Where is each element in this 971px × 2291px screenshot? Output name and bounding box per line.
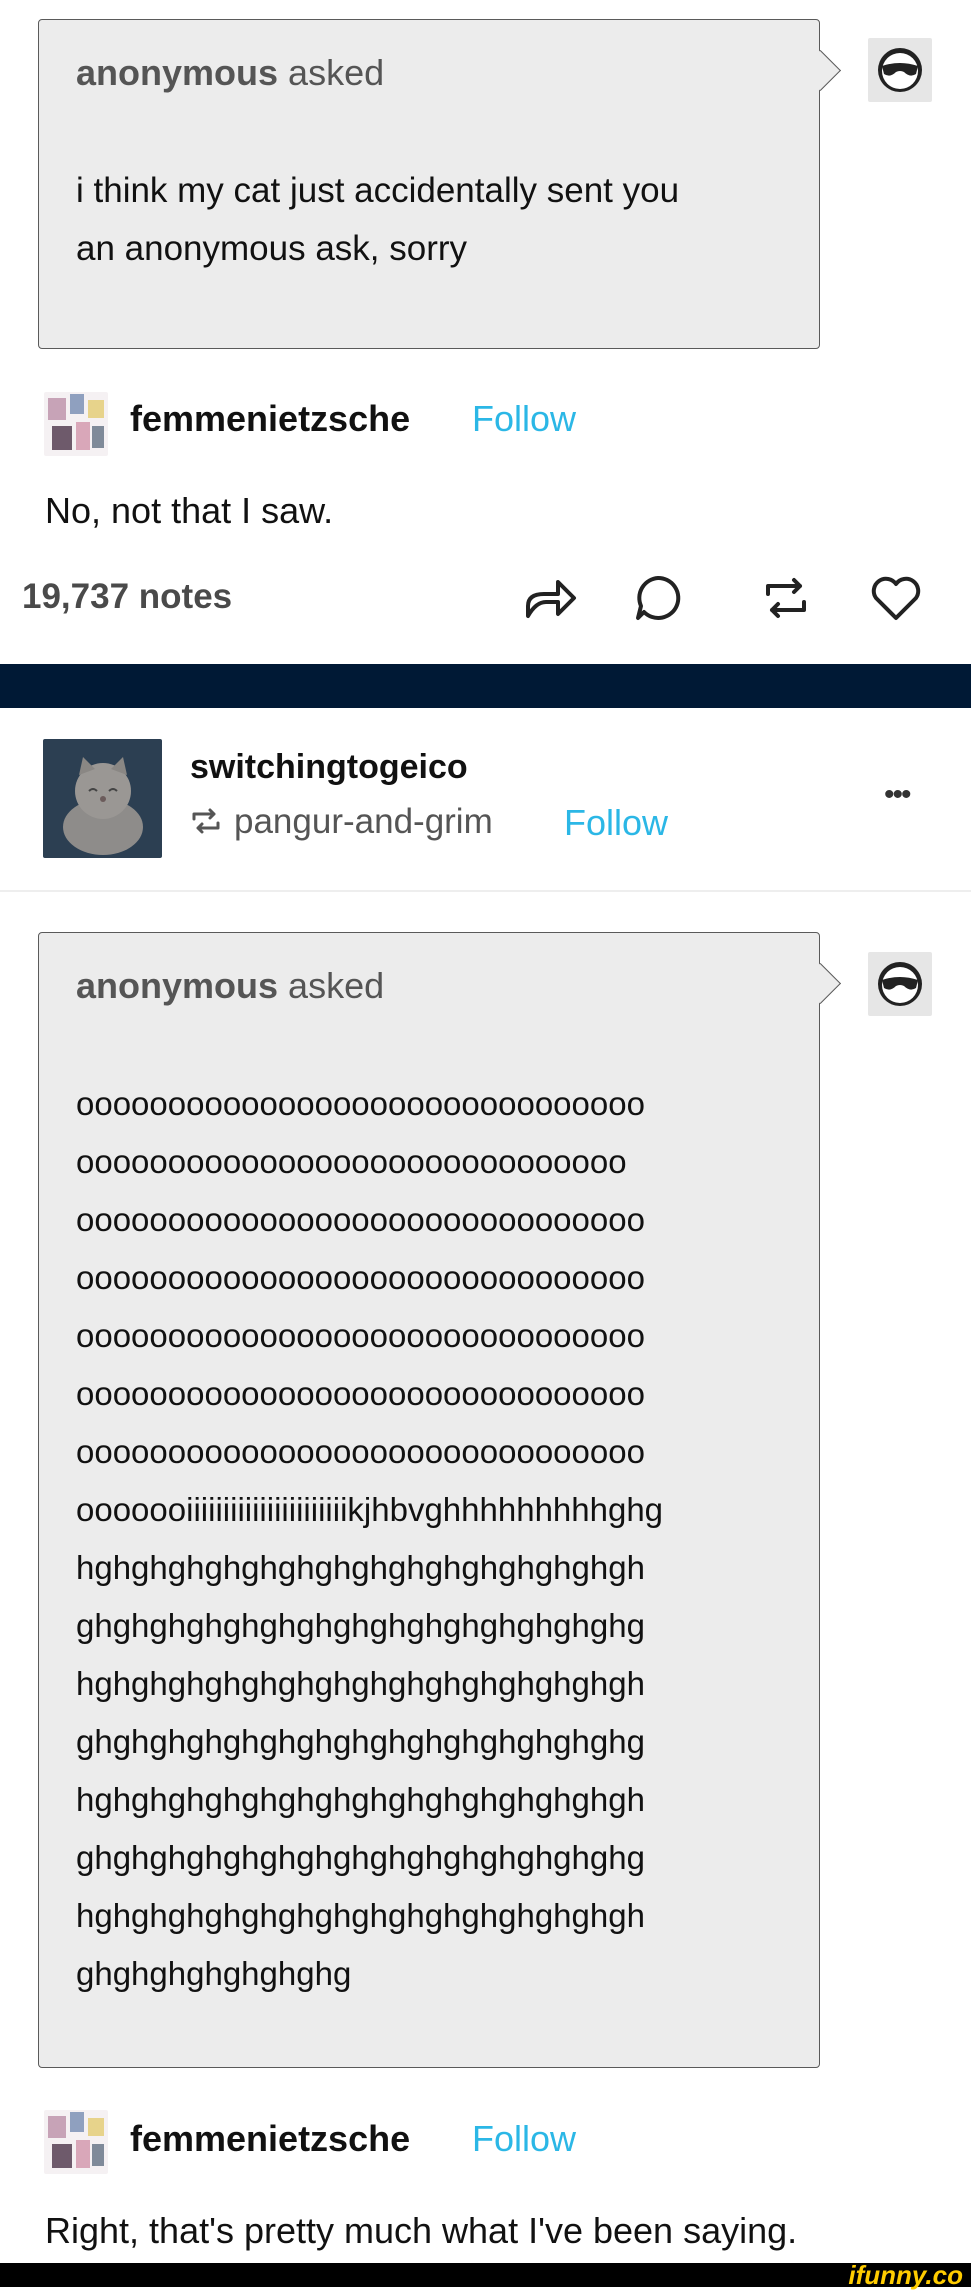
- watermark-logo: ifunny.co: [848, 2260, 963, 2290]
- ask-line: oooooooooooooooooooooooooooooo: [76, 1143, 627, 1180]
- asker-verb: asked: [288, 52, 385, 93]
- collage-avatar-icon: [44, 2110, 108, 2174]
- ask-line: ghghghghghghghghghghghghghghghg: [76, 1839, 645, 1876]
- more-options-button[interactable]: •••: [884, 778, 911, 812]
- reblog-icon[interactable]: [760, 572, 812, 624]
- ask-line: i think my cat just accidentally sent yo…: [76, 171, 680, 210]
- follow-button[interactable]: Follow: [472, 2118, 576, 2160]
- ask-box: anonymous asked oooooooooooooooooooooooo…: [38, 932, 842, 2068]
- reblogger-name[interactable]: switchingtogeico: [190, 748, 468, 787]
- asker-label: anonymous asked: [76, 965, 384, 1007]
- notes-count[interactable]: 19,737 notes: [22, 577, 232, 617]
- ask-line: hghghghghghghghghghghghghghghgh: [76, 1549, 645, 1586]
- ask-pointer: [799, 49, 842, 92]
- ask-pointer: [799, 962, 842, 1005]
- reply-text: Right, that's pretty much what I've been…: [45, 2210, 798, 2251]
- anonymous-avatar: [868, 952, 932, 1016]
- sunglasses-face-icon: [878, 962, 922, 1006]
- post-separator: [0, 664, 971, 708]
- ask-line: ooooooooooooooooooooooooooooooo: [76, 1375, 645, 1412]
- ask-line: hghghghghghghghghghghghghghghgh: [76, 1665, 645, 1702]
- heart-icon[interactable]: [868, 572, 924, 624]
- ask-line: hghghghghghghghghghghghghghghgh: [76, 1781, 645, 1818]
- ask-line: an anonymous ask, sorry: [76, 229, 468, 268]
- answerer-avatar[interactable]: [44, 2110, 108, 2174]
- ask-line: ooooooiiiiiiiiiiiiiiiiiiiiiikjhbvghhhhhh…: [76, 1491, 664, 1528]
- asker-label: anonymous asked: [76, 52, 384, 94]
- ask-line: ghghghghghghghghghghghghghghghg: [76, 1607, 645, 1644]
- ask-line: ooooooooooooooooooooooooooooooo: [76, 1201, 645, 1238]
- follow-button[interactable]: Follow: [564, 802, 668, 844]
- ask-question: i think my cat just accidentally sent yo…: [76, 162, 799, 278]
- asker-name: anonymous: [76, 52, 279, 93]
- cat-avatar-icon: [43, 739, 162, 858]
- collage-avatar-icon: [44, 392, 108, 456]
- sunglasses-face-icon: [878, 48, 922, 92]
- ask-line: ooooooooooooooooooooooooooooooo: [76, 1433, 645, 1470]
- answerer-name[interactable]: femmenietzsche: [130, 398, 410, 440]
- asker-name: anonymous: [76, 965, 279, 1006]
- ask-line: ooooooooooooooooooooooooooooooo: [76, 1259, 645, 1296]
- blog-avatar[interactable]: [43, 739, 162, 858]
- ask-line: ghghghghghghghghghghghghghghghg: [76, 1723, 645, 1760]
- reply-icon[interactable]: [632, 572, 684, 624]
- ask-question: ooooooooooooooooooooooooooooooo oooooooo…: [76, 1075, 799, 2003]
- answerer-name[interactable]: femmenietzsche: [130, 2118, 410, 2160]
- ask-line: ooooooooooooooooooooooooooooooo: [76, 1085, 645, 1122]
- follow-button[interactable]: Follow: [472, 398, 576, 440]
- watermark-bar: ifunny.co: [0, 2260, 971, 2290]
- reblog-small-icon: [192, 808, 220, 834]
- ask-line: ghghghghghghghg: [76, 1955, 352, 1992]
- answerer-avatar[interactable]: [44, 392, 108, 456]
- ask-box: anonymous asked i think my cat just acci…: [38, 19, 842, 349]
- asker-verb: asked: [288, 965, 385, 1006]
- share-icon[interactable]: [522, 572, 578, 624]
- reblogged-from[interactable]: pangur-and-grim: [234, 802, 493, 842]
- ask-line: ooooooooooooooooooooooooooooooo: [76, 1317, 645, 1354]
- anonymous-avatar: [868, 38, 932, 102]
- header-divider: [0, 890, 971, 892]
- reply-text: No, not that I saw.: [45, 490, 334, 531]
- ask-line: hghghghghghghghghghghghghghghgh: [76, 1897, 645, 1934]
